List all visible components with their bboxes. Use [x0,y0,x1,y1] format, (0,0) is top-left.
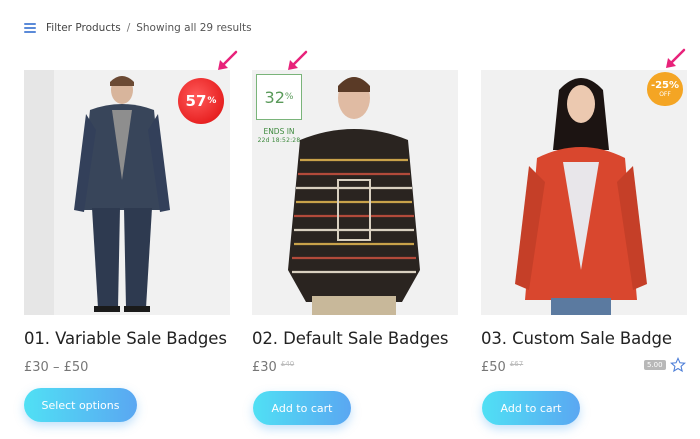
sale-badge: 32% [256,74,302,120]
product-price-current: £30 – £50 [24,360,89,375]
product-price-current: £30 [252,360,277,375]
sale-countdown: ENDS IN 22d 18:52:28 [256,127,302,145]
product-price-current: £50 [481,360,506,375]
product-title[interactable]: 01. Variable Sale Badges [24,329,230,348]
product-rating: 5.00 [644,357,686,373]
product-image[interactable]: 57% [24,70,230,315]
product-price-old: £67 [509,360,524,368]
add-to-cart-button[interactable]: Add to cart [253,391,351,425]
product-card: 57% 01. Variable Sale Badges £30 – £50 [24,70,230,375]
breadcrumb-separator: / [126,22,131,34]
hamburger-menu-icon[interactable] [24,23,36,33]
product-image[interactable]: 32% ENDS IN 22d 18:52:28 [252,70,458,315]
product-image[interactable]: -25% OFF [481,70,687,315]
sale-badge-value: 32 [264,87,285,107]
sale-badge-value: -25% [650,79,680,91]
countdown-time: 22d 18:52:28 [257,137,301,144]
shop-toolbar: Filter Products / Showing all 29 results [24,20,252,36]
sale-badge-unit: % [207,96,217,106]
product-card: -25% OFF 03. Custom Sale Badge £50 £67 [481,70,687,375]
filter-products-link[interactable]: Filter Products [46,22,121,34]
product-card: 32% ENDS IN 22d 18:52:28 02. Default Sal… [252,70,458,375]
add-to-cart-button[interactable]: Add to cart [482,391,580,425]
product-price-old: £40 [280,360,295,368]
star-icon[interactable] [669,357,686,373]
product-title[interactable]: 03. Custom Sale Badge [481,329,687,348]
sale-badge: 57% [178,78,224,124]
countdown-label: ENDS IN [263,127,295,136]
rating-value: 5.00 [644,360,666,370]
woman-jacket-photo [481,70,687,315]
annotation-arrow-icon [666,48,686,68]
annotation-arrow-icon [288,50,308,70]
product-title[interactable]: 02. Default Sale Badges [252,329,458,348]
product-price: £30 £40 [252,360,458,375]
sale-badge-unit: % [284,92,294,102]
result-count: Showing all 29 results [136,22,252,34]
select-options-button[interactable]: Select options [24,388,137,422]
sale-badge: -25% OFF [647,72,683,106]
product-price: £30 – £50 [24,360,230,375]
sale-badge-value: 57 [185,92,207,110]
sale-badge-sub: OFF [659,90,671,98]
annotation-arrow-icon [218,50,238,70]
